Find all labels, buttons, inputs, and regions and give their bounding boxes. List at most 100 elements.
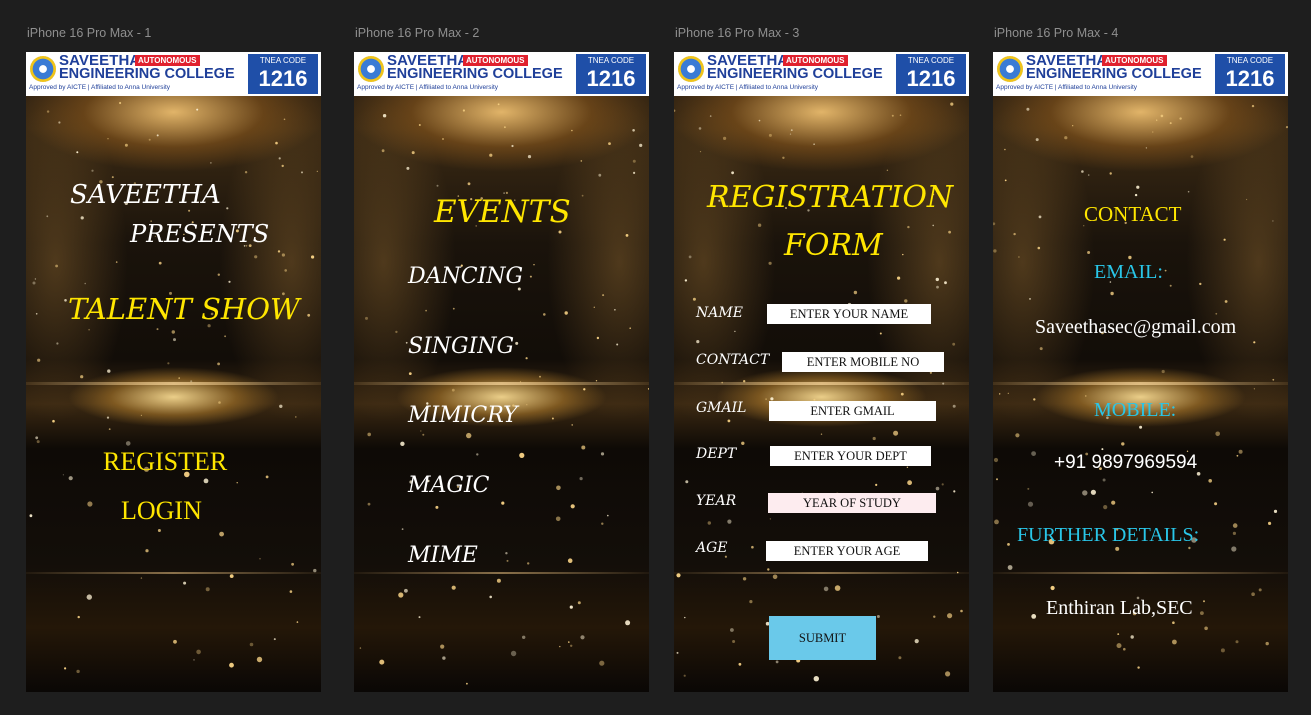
sparkle-dot: [442, 656, 446, 660]
sparkle-dot: [731, 171, 734, 175]
tnea-label: TNEA CODE: [1226, 56, 1274, 65]
sparkle-dot: [435, 505, 439, 509]
sparkle-dot: [210, 162, 212, 164]
event-item-magic[interactable]: MAGIC: [408, 473, 490, 498]
sparkle-dot: [519, 381, 522, 383]
sparkle-dot: [382, 114, 387, 118]
event-item-dancing[interactable]: DANCING: [408, 264, 523, 289]
sparkle-dot: [567, 558, 573, 563]
sparkle-dot: [899, 114, 902, 116]
sparkle-dot: [1199, 282, 1202, 286]
sparkle-dot: [1137, 666, 1140, 669]
sparkle-dot: [107, 138, 109, 140]
gmail-input[interactable]: [769, 401, 936, 421]
sparkle-dot: [999, 393, 1001, 395]
sparkle-dot: [156, 134, 159, 137]
sparkle-dot: [219, 531, 225, 537]
sparkle-dot: [893, 430, 899, 436]
sparkle-dot: [1007, 565, 1013, 570]
sparkle-dot: [1145, 147, 1148, 149]
sparkle-dot: [425, 309, 427, 312]
sparkle-dot: [1253, 388, 1255, 390]
sparkle-dot: [1265, 641, 1269, 646]
sparkle-dot: [768, 133, 772, 137]
sparkle-dot: [1251, 592, 1255, 596]
sparkle-dot: [699, 151, 702, 153]
sparkle-dot: [526, 404, 528, 406]
sparkle-dot: [422, 433, 425, 436]
sparkle-dot: [772, 574, 778, 580]
sparkle-dot: [897, 276, 901, 280]
sparkle-dot: [1111, 500, 1116, 505]
field-label-age: AGE: [696, 540, 728, 556]
sparkle-dot: [64, 299, 67, 302]
frame-label-3: iPhone 16 Pro Max - 3: [675, 26, 800, 40]
sparkle-dot: [1004, 148, 1006, 151]
college-name-2: ENGINEERING COLLEGE: [707, 66, 883, 82]
email-value[interactable]: Saveethasec@gmail.com: [1035, 316, 1236, 339]
sparkle-dot: [577, 601, 581, 605]
mobile-value[interactable]: +91 9897969594: [1054, 452, 1197, 474]
sparkle-dot: [742, 577, 747, 581]
dept-input[interactable]: [770, 446, 931, 466]
sparkle-dot: [283, 118, 286, 121]
sparkle-dot: [408, 372, 412, 375]
sparkle-dot: [758, 119, 761, 122]
event-item-mimicry[interactable]: MIMICRY: [408, 403, 518, 428]
sparkle-dot: [1161, 369, 1165, 374]
year-input[interactable]: [768, 493, 936, 513]
sparkle-dot: [960, 609, 963, 613]
sparkle-dot: [993, 457, 999, 463]
age-input[interactable]: [766, 541, 928, 561]
sparkle-dot: [1139, 425, 1143, 429]
sparkle-dot: [1115, 546, 1120, 551]
sparkle-dot: [607, 514, 609, 517]
sparkle-dot: [158, 261, 162, 265]
register-link[interactable]: REGISTER: [103, 447, 227, 477]
sparkle-dot: [639, 143, 643, 147]
sparkle-dot: [872, 436, 876, 441]
sparkle-dot: [140, 577, 143, 579]
contact-heading: CONTACT: [1084, 202, 1182, 226]
further-details-label: FURTHER DETAILS:: [1017, 524, 1200, 546]
sparkle-dot: [929, 371, 932, 374]
sparkle-dot: [217, 362, 221, 366]
submit-button[interactable]: SUBMIT: [769, 616, 876, 660]
sparkle-dot: [1102, 478, 1106, 482]
sparkle-dot: [193, 659, 195, 661]
contact-input[interactable]: [782, 352, 944, 372]
sparkle-dot: [625, 234, 629, 237]
login-link[interactable]: LOGIN: [121, 496, 202, 526]
sparkle-dot: [568, 641, 570, 643]
sparkle-dot: [632, 159, 636, 163]
sparkle-dot: [904, 299, 908, 303]
sparkle-dot: [1033, 398, 1036, 401]
sparkle-dot: [46, 215, 49, 218]
tnea-label: TNEA CODE: [907, 56, 955, 65]
sparkle-dot: [823, 586, 829, 592]
event-item-singing[interactable]: SINGING: [408, 334, 514, 359]
sparkle-dot: [996, 478, 998, 481]
sparkle-dot: [1037, 246, 1041, 250]
sparkle-dot: [1220, 648, 1225, 653]
sparkle-dot: [782, 156, 785, 159]
sparkle-dot: [727, 419, 731, 423]
sparkle-dot: [558, 230, 562, 234]
sparkle-dot: [767, 568, 770, 571]
sparkle-dot: [876, 615, 880, 618]
sparkle-dot: [418, 124, 421, 126]
sparkle-dot: [1169, 284, 1172, 287]
sparkle-dot: [948, 230, 951, 234]
sparkle-dot: [1272, 378, 1275, 381]
sparkle-dot: [1007, 392, 1009, 394]
sparkle-dot: [1087, 174, 1090, 176]
name-input[interactable]: [767, 304, 931, 324]
sparkle-dot: [580, 160, 583, 162]
sparkle-dot: [790, 129, 793, 131]
tnea-label: TNEA CODE: [587, 56, 635, 65]
event-item-mime[interactable]: MIME: [408, 543, 478, 568]
sparkle-dot: [570, 644, 573, 647]
sparkle-dot: [757, 223, 762, 227]
sparkle-dot: [462, 109, 465, 112]
sparkle-dot: [1232, 531, 1236, 535]
